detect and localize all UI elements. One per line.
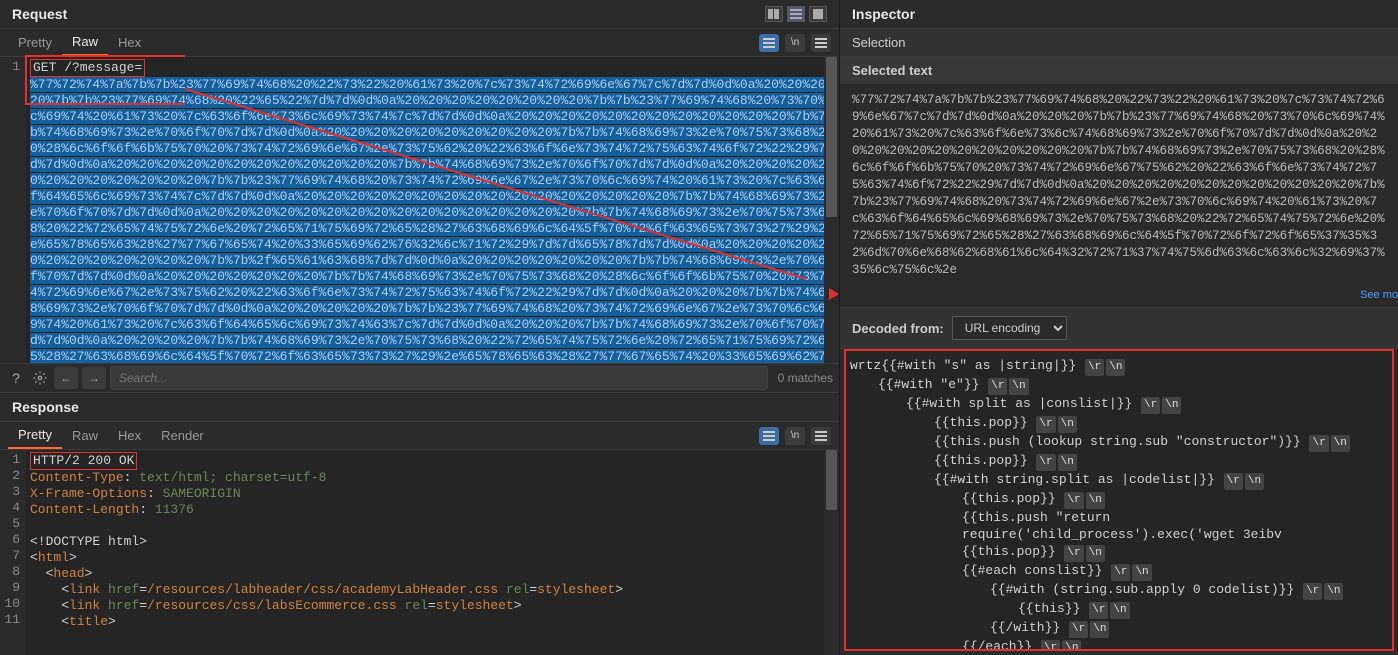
scrollbar-response[interactable]: [824, 450, 839, 655]
response-menu-icon[interactable]: [811, 427, 831, 445]
scrollbar-request[interactable]: [824, 57, 839, 363]
view-split-horizontal-icon[interactable]: [787, 6, 805, 22]
help-icon[interactable]: ?: [6, 368, 26, 388]
tab-pretty-response[interactable]: Pretty: [8, 422, 62, 449]
selected-text-body[interactable]: %77%72%74%7a%7b%7b%23%77%69%74%68%20%22%…: [840, 84, 1398, 287]
wrap-toggle-icon[interactable]: [759, 34, 779, 52]
tab-pretty-request[interactable]: Pretty: [8, 30, 62, 55]
tab-hex-request[interactable]: Hex: [108, 30, 151, 55]
decoded-from-label: Decoded from:: [852, 321, 944, 336]
inspector-header: Inspector: [840, 0, 1398, 29]
request-encoded-body[interactable]: %77%72%74%7a%7b%7b%23%77%69%74%68%20%22%…: [30, 77, 834, 363]
view-split-vertical-icon[interactable]: [765, 6, 783, 22]
settings-icon[interactable]: [30, 368, 50, 388]
inspector-title: Inspector: [852, 6, 915, 22]
request-tab-bar: Pretty Raw Hex \n: [0, 29, 839, 57]
wrap-toggle-response-icon[interactable]: [759, 427, 779, 445]
tab-raw-response[interactable]: Raw: [62, 423, 108, 448]
search-prev-button[interactable]: ←: [54, 367, 78, 389]
tab-raw-request[interactable]: Raw: [62, 29, 108, 56]
tab-render-response[interactable]: Render: [151, 423, 214, 448]
search-matches-count: 0 matches: [778, 371, 833, 385]
request-title: Request: [12, 6, 67, 22]
tab-hex-response[interactable]: Hex: [108, 423, 151, 448]
selected-text-label: Selected text: [840, 57, 1398, 84]
response-tab-bar: Pretty Raw Hex Render \n: [0, 422, 839, 450]
search-bar: ? ← → 0 matches: [0, 363, 839, 393]
newline-toggle[interactable]: \n: [785, 34, 805, 52]
search-next-button[interactable]: →: [82, 367, 106, 389]
request-line: GET /?message=: [30, 59, 145, 77]
decoded-body[interactable]: wrtz{{#with "s" as |string|}} \r\n{{#wit…: [844, 349, 1394, 651]
decoded-header: Decoded from: URL encoding: [840, 307, 1398, 349]
response-header: Response: [0, 393, 839, 422]
encoding-select[interactable]: URL encoding: [952, 316, 1067, 340]
view-single-icon[interactable]: [809, 6, 827, 22]
newline-toggle-response[interactable]: \n: [785, 427, 805, 445]
response-body: 1234567891011 HTTP/2 200 OKContent-Type:…: [0, 450, 839, 655]
response-title: Response: [12, 399, 79, 415]
selection-label: Selection: [840, 29, 1398, 57]
request-header: Request: [0, 0, 839, 29]
search-input[interactable]: [110, 366, 768, 390]
request-menu-icon[interactable]: [811, 34, 831, 52]
see-more-link[interactable]: See mo: [840, 287, 1398, 307]
